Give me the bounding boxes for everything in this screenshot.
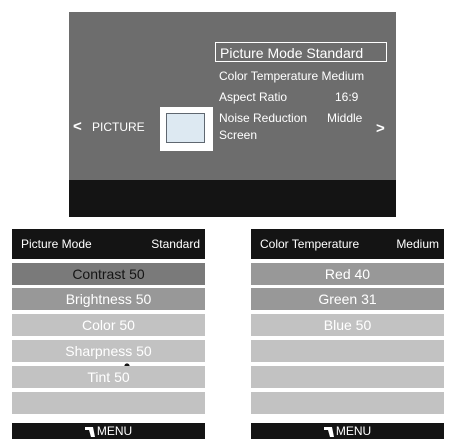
panel-header: Picture Mode Standard bbox=[12, 229, 205, 259]
picture-menu: Picture Mode Standard Color Temperature … bbox=[69, 12, 396, 376]
aspect-ratio-label[interactable]: Aspect Ratio bbox=[219, 90, 287, 104]
panel-footer[interactable]: MENU bbox=[12, 423, 205, 439]
noise-reduction-value: Middle bbox=[327, 111, 363, 125]
header-value: Standard bbox=[151, 237, 200, 251]
screen-option[interactable]: Screen bbox=[219, 128, 257, 142]
category-bar bbox=[69, 180, 396, 376]
header-value: Medium bbox=[396, 237, 439, 251]
empty-row bbox=[251, 392, 444, 414]
menu-title: PICTURE bbox=[92, 120, 145, 134]
empty-row bbox=[251, 340, 444, 362]
left-arrow-icon[interactable]: < bbox=[73, 118, 82, 135]
panel-footer[interactable]: MENU bbox=[251, 423, 444, 439]
blue-row[interactable]: Blue 50 bbox=[251, 314, 444, 336]
brightness-row[interactable]: Brightness 50 bbox=[12, 288, 205, 310]
empty-row bbox=[12, 392, 205, 414]
tint-row[interactable]: Tint 50 bbox=[12, 366, 205, 388]
picture-menu-panel: Picture Mode Standard Color Temperature … bbox=[69, 12, 396, 180]
red-row[interactable]: Red 40 bbox=[251, 263, 444, 285]
header-label: Color Temperature bbox=[260, 237, 360, 251]
music-icon[interactable] bbox=[203, 356, 223, 376]
color-temperature-panel: Color Temperature Medium Red 40 Green 31… bbox=[251, 229, 444, 439]
empty-row bbox=[251, 366, 444, 388]
color-temperature-option[interactable]: Color Temperature Medium bbox=[219, 69, 364, 83]
sharpness-row[interactable]: Sharpness 50 bbox=[12, 340, 205, 362]
panel-header: Color Temperature Medium bbox=[251, 229, 444, 259]
noise-reduction-label[interactable]: Noise Reduction bbox=[219, 111, 307, 125]
contrast-row[interactable]: Contrast 50 bbox=[12, 263, 205, 285]
screen-preview bbox=[166, 113, 205, 143]
menu-label: MENU bbox=[96, 424, 133, 438]
menu-label: MENU bbox=[335, 424, 372, 438]
picture-thumbnail bbox=[160, 107, 213, 151]
picture-mode-option[interactable]: Picture Mode Standard bbox=[215, 42, 387, 62]
menu-key-icon bbox=[323, 426, 334, 437]
color-row[interactable]: Color 50 bbox=[12, 314, 205, 336]
green-row[interactable]: Green 31 bbox=[251, 288, 444, 310]
header-label: Picture Mode bbox=[21, 237, 92, 251]
menu-key-icon bbox=[84, 426, 95, 437]
right-arrow-icon[interactable]: > bbox=[376, 120, 385, 137]
picture-mode-panel: Picture Mode Standard Contrast 50 Bright… bbox=[12, 229, 205, 439]
aspect-ratio-value: 16:9 bbox=[335, 90, 359, 104]
